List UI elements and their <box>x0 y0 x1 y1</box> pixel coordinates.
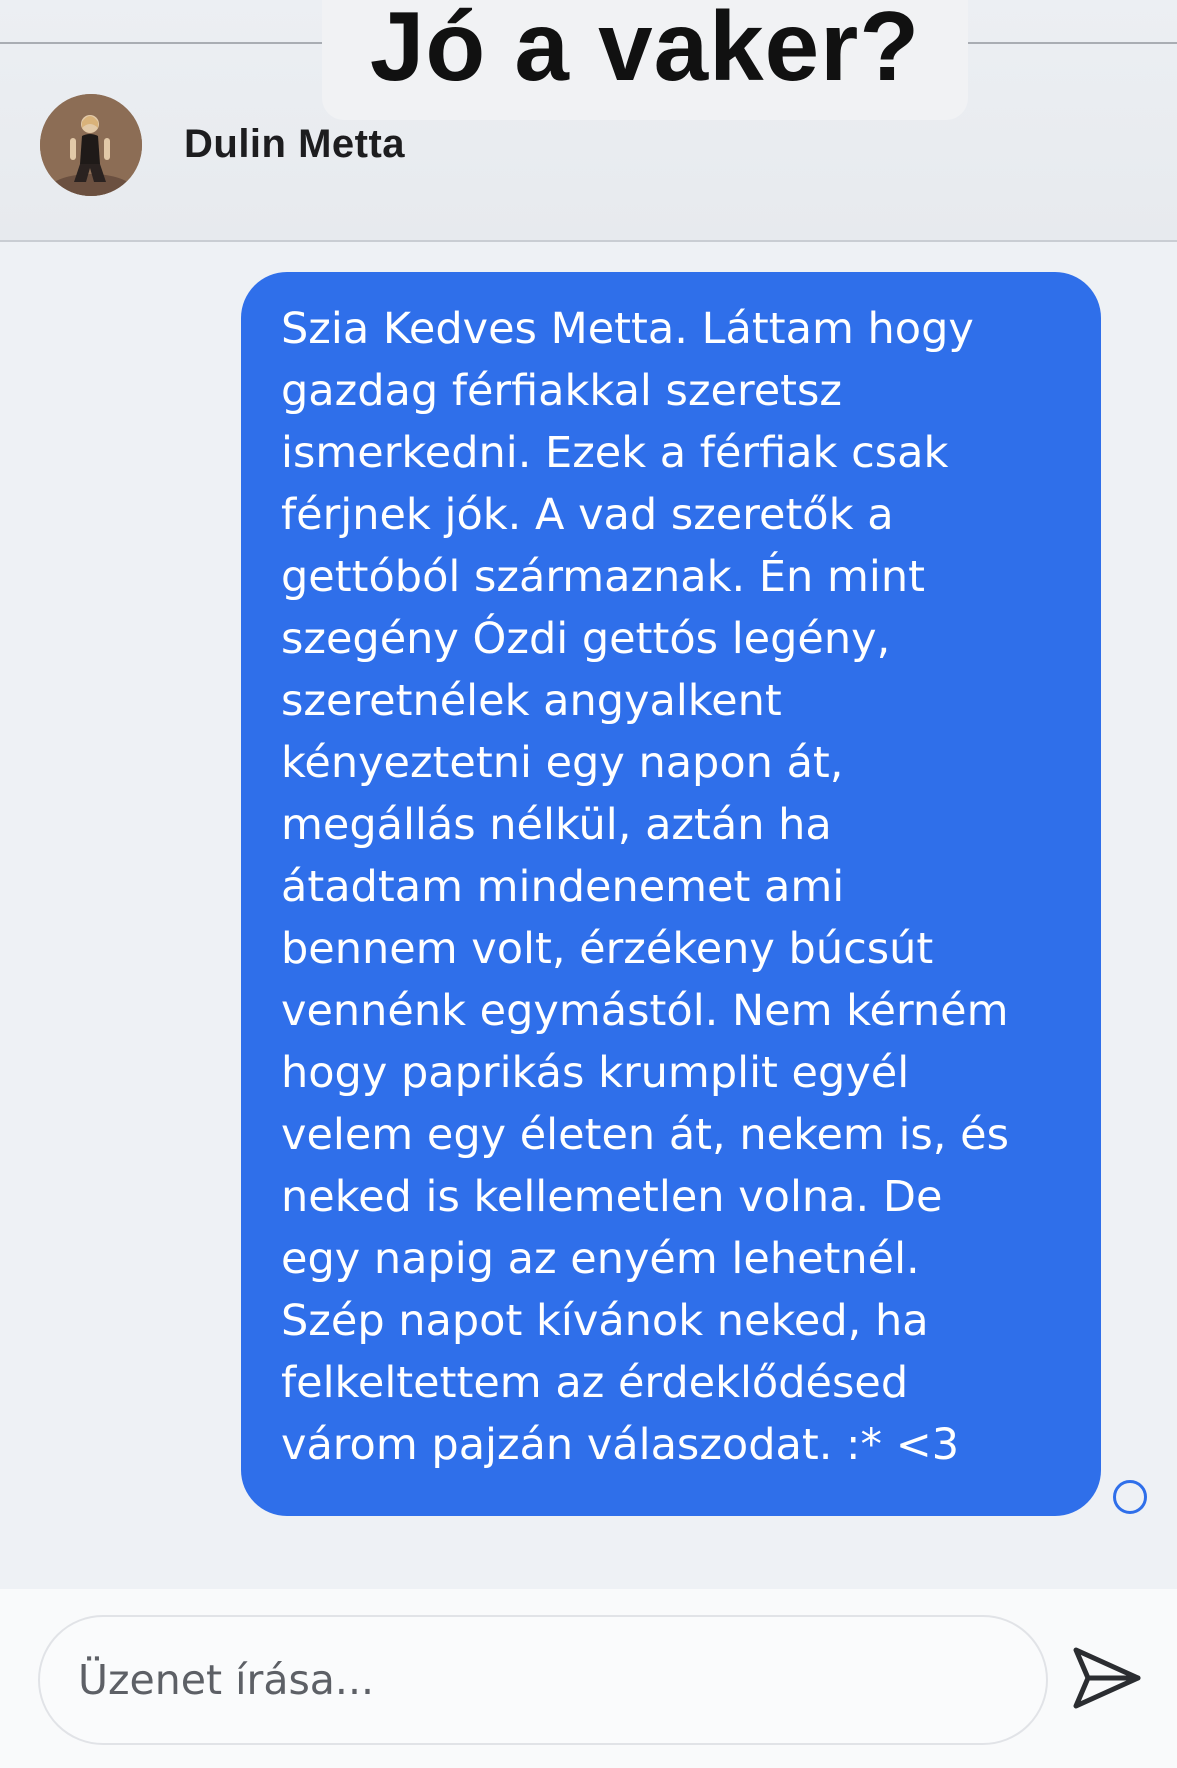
message-input[interactable] <box>38 1615 1048 1745</box>
header-divider-right <box>968 42 1177 44</box>
outgoing-message-bubble[interactable]: Szia Kedves Metta. Láttam hogy gazdag fé… <box>241 272 1101 1516</box>
contact-name[interactable]: Dulin Metta <box>184 122 405 167</box>
avatar-photo-icon <box>40 94 142 196</box>
send-icon <box>1073 1647 1141 1709</box>
sent-status-circle-icon <box>1113 1480 1147 1514</box>
send-button[interactable] <box>1068 1640 1144 1716</box>
message-text: Szia Kedves Metta. Láttam hogy gazdag fé… <box>281 304 1009 1470</box>
chat-header: Jó a vaker? Dulin Metta <box>0 0 1177 242</box>
header-divider-left <box>0 42 330 44</box>
contact-avatar[interactable] <box>40 94 142 196</box>
story-caption: Jó a vaker? <box>369 0 921 101</box>
